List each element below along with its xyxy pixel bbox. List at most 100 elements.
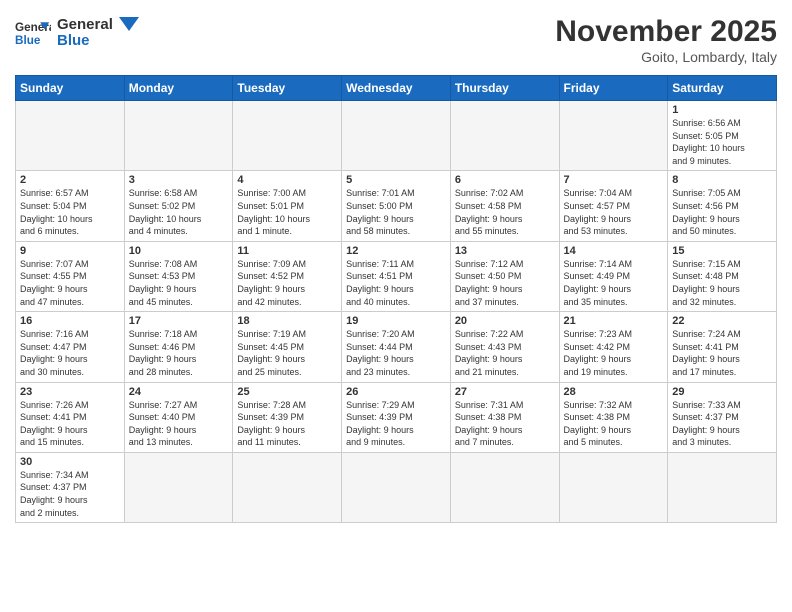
page: General Blue General Blue November 2025 … xyxy=(0,0,792,612)
day-number: 9 xyxy=(20,245,120,257)
day-number: 13 xyxy=(455,245,555,257)
day-number: 14 xyxy=(564,245,664,257)
calendar-cell: 9Sunrise: 7:07 AM Sunset: 4:55 PM Daylig… xyxy=(16,241,125,311)
calendar-cell: 4Sunrise: 7:00 AM Sunset: 5:01 PM Daylig… xyxy=(233,171,342,241)
calendar-cell: 19Sunrise: 7:20 AM Sunset: 4:44 PM Dayli… xyxy=(342,312,451,382)
day-number: 8 xyxy=(672,174,772,186)
calendar-cell: 30Sunrise: 7:34 AM Sunset: 4:37 PM Dayli… xyxy=(16,452,125,522)
calendar-cell: 28Sunrise: 7:32 AM Sunset: 4:38 PM Dayli… xyxy=(559,382,668,452)
calendar-cell: 20Sunrise: 7:22 AM Sunset: 4:43 PM Dayli… xyxy=(450,312,559,382)
calendar-week-2: 2Sunrise: 6:57 AM Sunset: 5:04 PM Daylig… xyxy=(16,171,777,241)
day-info: Sunrise: 7:22 AM Sunset: 4:43 PM Dayligh… xyxy=(455,328,555,378)
calendar-week-1: 1Sunrise: 6:56 AM Sunset: 5:05 PM Daylig… xyxy=(16,101,777,171)
calendar-cell xyxy=(450,452,559,522)
location-subtitle: Goito, Lombardy, Italy xyxy=(555,49,777,65)
logo: General Blue General Blue xyxy=(15,15,139,51)
day-info: Sunrise: 7:09 AM Sunset: 4:52 PM Dayligh… xyxy=(237,258,337,308)
day-number: 19 xyxy=(346,315,446,327)
day-number: 16 xyxy=(20,315,120,327)
day-info: Sunrise: 7:29 AM Sunset: 4:39 PM Dayligh… xyxy=(346,399,446,449)
day-number: 12 xyxy=(346,245,446,257)
day-number: 15 xyxy=(672,245,772,257)
calendar-cell: 3Sunrise: 6:58 AM Sunset: 5:02 PM Daylig… xyxy=(124,171,233,241)
calendar-cell: 29Sunrise: 7:33 AM Sunset: 4:37 PM Dayli… xyxy=(668,382,777,452)
calendar-week-6: 30Sunrise: 7:34 AM Sunset: 4:37 PM Dayli… xyxy=(16,452,777,522)
calendar-cell: 21Sunrise: 7:23 AM Sunset: 4:42 PM Dayli… xyxy=(559,312,668,382)
weekday-friday: Friday xyxy=(559,76,668,101)
calendar-cell xyxy=(233,452,342,522)
day-number: 30 xyxy=(20,456,120,468)
day-number: 5 xyxy=(346,174,446,186)
weekday-header-row: SundayMondayTuesdayWednesdayThursdayFrid… xyxy=(16,76,777,101)
calendar-cell: 1Sunrise: 6:56 AM Sunset: 5:05 PM Daylig… xyxy=(668,101,777,171)
weekday-wednesday: Wednesday xyxy=(342,76,451,101)
day-number: 24 xyxy=(129,386,229,398)
calendar-cell: 12Sunrise: 7:11 AM Sunset: 4:51 PM Dayli… xyxy=(342,241,451,311)
calendar-cell: 23Sunrise: 7:26 AM Sunset: 4:41 PM Dayli… xyxy=(16,382,125,452)
day-number: 22 xyxy=(672,315,772,327)
day-info: Sunrise: 7:00 AM Sunset: 5:01 PM Dayligh… xyxy=(237,187,337,237)
calendar-cell: 6Sunrise: 7:02 AM Sunset: 4:58 PM Daylig… xyxy=(450,171,559,241)
calendar-week-3: 9Sunrise: 7:07 AM Sunset: 4:55 PM Daylig… xyxy=(16,241,777,311)
calendar-cell: 7Sunrise: 7:04 AM Sunset: 4:57 PM Daylig… xyxy=(559,171,668,241)
day-info: Sunrise: 7:24 AM Sunset: 4:41 PM Dayligh… xyxy=(672,328,772,378)
header: General Blue General Blue November 2025 … xyxy=(15,15,777,65)
day-info: Sunrise: 7:08 AM Sunset: 4:53 PM Dayligh… xyxy=(129,258,229,308)
day-number: 25 xyxy=(237,386,337,398)
month-title: November 2025 xyxy=(555,15,777,49)
calendar-week-5: 23Sunrise: 7:26 AM Sunset: 4:41 PM Dayli… xyxy=(16,382,777,452)
logo-blue-text: Blue xyxy=(57,33,113,50)
day-info: Sunrise: 7:27 AM Sunset: 4:40 PM Dayligh… xyxy=(129,399,229,449)
logo-triangle-icon xyxy=(119,17,139,45)
day-info: Sunrise: 7:05 AM Sunset: 4:56 PM Dayligh… xyxy=(672,187,772,237)
day-number: 7 xyxy=(564,174,664,186)
calendar-week-4: 16Sunrise: 7:16 AM Sunset: 4:47 PM Dayli… xyxy=(16,312,777,382)
day-number: 11 xyxy=(237,245,337,257)
weekday-saturday: Saturday xyxy=(668,76,777,101)
calendar-cell xyxy=(342,101,451,171)
day-number: 23 xyxy=(20,386,120,398)
calendar-cell: 26Sunrise: 7:29 AM Sunset: 4:39 PM Dayli… xyxy=(342,382,451,452)
day-info: Sunrise: 7:02 AM Sunset: 4:58 PM Dayligh… xyxy=(455,187,555,237)
day-info: Sunrise: 7:23 AM Sunset: 4:42 PM Dayligh… xyxy=(564,328,664,378)
calendar-cell: 11Sunrise: 7:09 AM Sunset: 4:52 PM Dayli… xyxy=(233,241,342,311)
weekday-thursday: Thursday xyxy=(450,76,559,101)
title-block: November 2025 Goito, Lombardy, Italy xyxy=(555,15,777,65)
day-info: Sunrise: 7:34 AM Sunset: 4:37 PM Dayligh… xyxy=(20,469,120,519)
calendar-cell: 24Sunrise: 7:27 AM Sunset: 4:40 PM Dayli… xyxy=(124,382,233,452)
calendar-cell: 5Sunrise: 7:01 AM Sunset: 5:00 PM Daylig… xyxy=(342,171,451,241)
weekday-monday: Monday xyxy=(124,76,233,101)
day-info: Sunrise: 7:01 AM Sunset: 5:00 PM Dayligh… xyxy=(346,187,446,237)
day-info: Sunrise: 7:15 AM Sunset: 4:48 PM Dayligh… xyxy=(672,258,772,308)
calendar-cell: 13Sunrise: 7:12 AM Sunset: 4:50 PM Dayli… xyxy=(450,241,559,311)
calendar-cell xyxy=(342,452,451,522)
day-info: Sunrise: 7:12 AM Sunset: 4:50 PM Dayligh… xyxy=(455,258,555,308)
day-number: 27 xyxy=(455,386,555,398)
weekday-tuesday: Tuesday xyxy=(233,76,342,101)
calendar-cell xyxy=(450,101,559,171)
calendar-cell xyxy=(124,101,233,171)
day-info: Sunrise: 7:26 AM Sunset: 4:41 PM Dayligh… xyxy=(20,399,120,449)
day-info: Sunrise: 6:57 AM Sunset: 5:04 PM Dayligh… xyxy=(20,187,120,237)
calendar-cell: 10Sunrise: 7:08 AM Sunset: 4:53 PM Dayli… xyxy=(124,241,233,311)
weekday-sunday: Sunday xyxy=(16,76,125,101)
day-number: 3 xyxy=(129,174,229,186)
day-number: 21 xyxy=(564,315,664,327)
svg-text:Blue: Blue xyxy=(15,34,41,47)
day-number: 1 xyxy=(672,104,772,116)
day-number: 6 xyxy=(455,174,555,186)
calendar-cell xyxy=(233,101,342,171)
day-number: 2 xyxy=(20,174,120,186)
day-info: Sunrise: 7:19 AM Sunset: 4:45 PM Dayligh… xyxy=(237,328,337,378)
calendar-cell: 2Sunrise: 6:57 AM Sunset: 5:04 PM Daylig… xyxy=(16,171,125,241)
calendar-cell: 14Sunrise: 7:14 AM Sunset: 4:49 PM Dayli… xyxy=(559,241,668,311)
day-info: Sunrise: 7:07 AM Sunset: 4:55 PM Dayligh… xyxy=(20,258,120,308)
day-info: Sunrise: 7:31 AM Sunset: 4:38 PM Dayligh… xyxy=(455,399,555,449)
day-info: Sunrise: 7:18 AM Sunset: 4:46 PM Dayligh… xyxy=(129,328,229,378)
calendar-cell xyxy=(559,101,668,171)
calendar-table: SundayMondayTuesdayWednesdayThursdayFrid… xyxy=(15,75,777,523)
day-info: Sunrise: 7:32 AM Sunset: 4:38 PM Dayligh… xyxy=(564,399,664,449)
calendar-cell: 17Sunrise: 7:18 AM Sunset: 4:46 PM Dayli… xyxy=(124,312,233,382)
day-number: 28 xyxy=(564,386,664,398)
day-info: Sunrise: 7:33 AM Sunset: 4:37 PM Dayligh… xyxy=(672,399,772,449)
